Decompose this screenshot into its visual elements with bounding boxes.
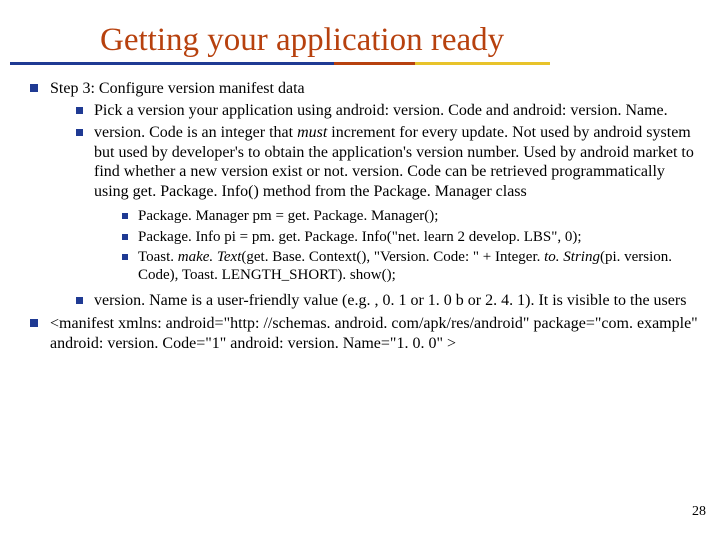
level2-list: Pick a version your application using an…: [50, 101, 698, 310]
step3-heading: Step 3: Configure version manifest data: [50, 80, 305, 97]
version-code-text1: version. Code is an integer that: [94, 124, 297, 141]
version-code-must: must: [297, 124, 327, 141]
code3-make: make. Text: [178, 249, 242, 265]
code-line-1: Package. Manager pm = get. Package. Mana…: [120, 207, 698, 225]
code3-tostring: to. String: [544, 249, 600, 265]
level1-list: Step 3: Configure version manifest data …: [22, 79, 698, 353]
slide-body: Step 3: Configure version manifest data …: [22, 79, 698, 353]
step3-item: Step 3: Configure version manifest data …: [28, 79, 698, 310]
code3a: Toast.: [138, 249, 178, 265]
page-number: 28: [692, 504, 706, 520]
manifest-item: <manifest xmlns: android="http: //schema…: [28, 314, 698, 353]
code-line-2: Package. Info pi = pm. get. Package. Inf…: [120, 228, 698, 246]
level3-list: Package. Manager pm = get. Package. Mana…: [94, 207, 698, 284]
pick-version-text: Pick a version your application using an…: [94, 102, 668, 119]
slide: Getting your application ready Step 3: C…: [0, 0, 720, 540]
version-name-text: version. Name is a user-friendly value (…: [94, 292, 686, 309]
title-block: Getting your application ready: [100, 22, 698, 65]
manifest-text: <manifest xmlns: android="http: //schema…: [50, 315, 698, 352]
code-line-3: Toast. make. Text(get. Base. Context(), …: [120, 248, 698, 285]
code3b: (get. Base. Context(), "Version. Code: "…: [241, 249, 544, 265]
version-name-item: version. Name is a user-friendly value (…: [74, 291, 698, 311]
slide-title: Getting your application ready: [100, 22, 698, 58]
pick-version-item: Pick a version your application using an…: [74, 101, 698, 121]
version-code-item: version. Code is an integer that must in…: [74, 123, 698, 284]
title-underline: [10, 62, 550, 65]
